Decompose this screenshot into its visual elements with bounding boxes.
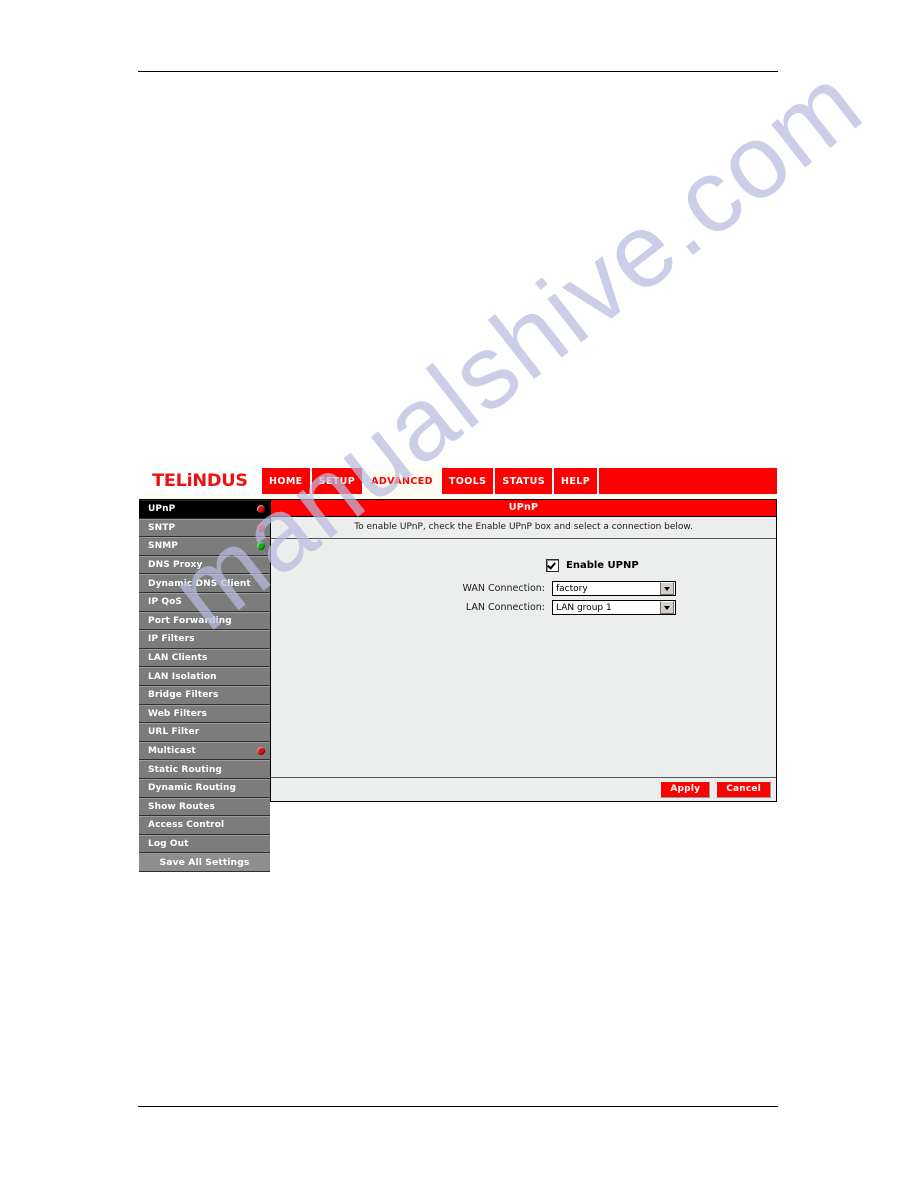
tab-home[interactable]: HOME — [261, 468, 311, 494]
wan-connection-select[interactable]: factory — [552, 581, 676, 596]
tab-tools[interactable]: TOOLS — [440, 468, 495, 494]
main-nav: HOME SETUP ADVANCED TOOLS STATUS HELP — [261, 468, 777, 494]
status-indicator-icon — [257, 505, 265, 514]
sidebar-item-label: LAN Clients — [148, 653, 208, 664]
sidebar-item-log-out[interactable]: Log Out — [139, 834, 270, 854]
upnp-form: Enable UPNP WAN Connection: factory LAN … — [271, 539, 776, 777]
panel-actions: Apply Cancel — [271, 777, 776, 801]
brand-logo-text: TELiNDUS — [152, 470, 248, 491]
brand-logo: TELiNDUS — [139, 468, 261, 494]
lan-connection-select[interactable]: LAN group 1 — [552, 600, 676, 615]
sidebar-item-label: Dynamic DNS Client — [148, 578, 251, 589]
status-indicator-icon — [257, 523, 265, 532]
wan-connection-value: factory — [556, 583, 588, 594]
sidebar-item-label: Static Routing — [148, 764, 222, 775]
sidebar-item-dns-proxy[interactable]: DNS Proxy — [139, 555, 270, 575]
enable-upnp-label: Enable UPNP — [566, 560, 639, 571]
sidebar-item-bridge-filters[interactable]: Bridge Filters — [139, 685, 270, 705]
enable-upnp-row: Enable UPNP — [546, 559, 776, 572]
tab-advanced[interactable]: ADVANCED — [363, 468, 441, 494]
sidebar-item-label: Access Control — [148, 820, 225, 831]
sidebar-item-label: SNTP — [148, 522, 176, 533]
status-indicator-icon — [257, 747, 265, 756]
ui-header: TELiNDUS HOME SETUP ADVANCED TOOLS STATU… — [139, 468, 777, 494]
sidebar-item-port-forwarding[interactable]: Port Forwarding — [139, 611, 270, 631]
page-footer-rule — [138, 1106, 778, 1107]
sidebar-item-multicast[interactable]: Multicast — [139, 741, 270, 761]
sidebar-item-label: Dynamic Routing — [148, 783, 237, 794]
tab-setup[interactable]: SETUP — [310, 468, 364, 494]
sidebar-item-upnp[interactable]: UPnP — [139, 500, 270, 519]
content-panel: UPnP To enable UPnP, check the Enable UP… — [270, 499, 777, 802]
sidebar-item-lan-clients[interactable]: LAN Clients — [139, 648, 270, 668]
wan-connection-label: WAN Connection: — [462, 583, 545, 594]
sidebar-item-snmp[interactable]: SNMP — [139, 537, 270, 556]
sidebar-item-label: IP QoS — [148, 597, 182, 608]
sidebar-item-label: Web Filters — [148, 708, 207, 719]
panel-title: UPnP — [271, 500, 776, 517]
apply-button[interactable]: Apply — [660, 781, 711, 798]
sidebar-item-label: Port Forwarding — [148, 615, 232, 626]
lan-connection-row: LAN Connection: LAN group 1 — [419, 600, 776, 615]
sidebar-item-sntp[interactable]: SNTP — [139, 518, 270, 538]
sidebar-item-label: UPnP — [148, 504, 176, 515]
sidebar-item-label: DNS Proxy — [148, 560, 203, 571]
sidebar-item-label: LAN Isolation — [148, 671, 217, 682]
enable-upnp-checkbox[interactable] — [546, 559, 559, 572]
sidebar-item-dynamic-routing[interactable]: Dynamic Routing — [139, 778, 270, 798]
sidebar-item-label: SNMP — [148, 541, 178, 552]
sidebar-item-label: Bridge Filters — [148, 690, 219, 701]
sidebar-item-label: Multicast — [148, 746, 196, 757]
chevron-down-icon[interactable] — [660, 582, 674, 595]
lan-connection-value: LAN group 1 — [556, 602, 612, 613]
sidebar-item-ip-qos[interactable]: IP QoS — [139, 592, 270, 612]
sidebar-item-show-routes[interactable]: Show Routes — [139, 797, 270, 817]
sidebar-item-ip-filters[interactable]: IP Filters — [139, 630, 270, 649]
sidebar-item-label: Log Out — [148, 838, 189, 849]
cancel-button[interactable]: Cancel — [716, 781, 771, 798]
sidebar-menu: UPnP SNTP SNMP DNS Proxy Dynamic DNS Cli… — [139, 499, 270, 872]
sidebar-item-lan-isolation[interactable]: LAN Isolation — [139, 667, 270, 686]
sidebar-item-label: IP Filters — [148, 634, 195, 645]
status-indicator-icon — [257, 542, 265, 551]
router-web-ui: TELiNDUS HOME SETUP ADVANCED TOOLS STATU… — [139, 468, 777, 872]
sidebar-item-static-routing[interactable]: Static Routing — [139, 760, 270, 779]
chevron-down-icon[interactable] — [660, 601, 674, 614]
sidebar-item-label: URL Filter — [148, 727, 200, 738]
sidebar-item-url-filter[interactable]: URL Filter — [139, 723, 270, 742]
tab-help[interactable]: HELP — [553, 468, 599, 494]
sidebar-item-access-control[interactable]: Access Control — [139, 816, 270, 835]
sidebar-item-label: Show Routes — [148, 801, 215, 812]
wan-connection-row: WAN Connection: factory — [419, 581, 776, 596]
sidebar-item-label: Save All Settings — [159, 857, 250, 869]
sidebar-item-save-all-settings[interactable]: Save All Settings — [139, 853, 270, 872]
panel-description: To enable UPnP, check the Enable UPnP bo… — [271, 517, 776, 539]
sidebar-item-dynamic-dns-client[interactable]: Dynamic DNS Client — [139, 574, 270, 593]
tab-status[interactable]: STATUS — [494, 468, 554, 494]
ui-body: UPnP SNTP SNMP DNS Proxy Dynamic DNS Cli… — [139, 499, 777, 872]
page-header-rule — [138, 71, 778, 72]
lan-connection-label: LAN Connection: — [465, 602, 545, 613]
sidebar-item-web-filters[interactable]: Web Filters — [139, 704, 270, 724]
nav-filler — [598, 468, 777, 494]
